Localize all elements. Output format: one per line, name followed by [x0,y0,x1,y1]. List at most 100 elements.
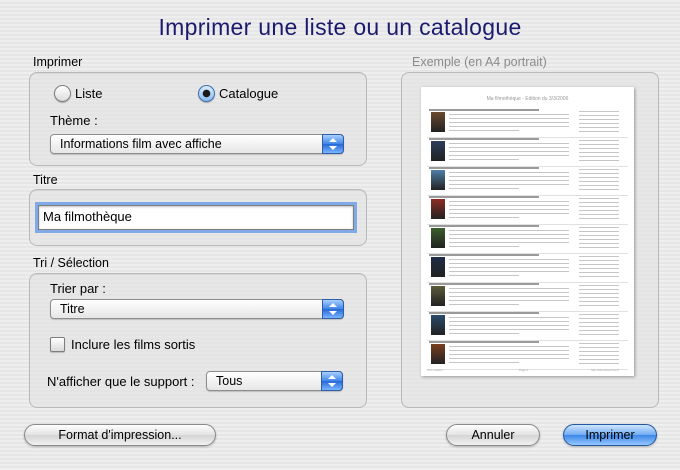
preview-text-line [449,259,569,260]
preview-meta-line [579,285,619,286]
radio-liste-label[interactable]: Liste [75,86,102,101]
preview-meta-line [579,181,619,182]
preview-poster-image [431,228,445,248]
preview-meta-line [579,314,619,315]
preview-text-line [449,213,569,214]
preview-text-line [449,201,569,202]
sort-section-label: Tri / Sélection [33,256,109,270]
preview-text-line [449,151,569,152]
preview-meta-line [579,363,619,364]
preview-text-line [449,217,519,218]
preview-poster-image [431,344,445,364]
preview-meta-line [579,140,619,141]
preview-text-line [449,180,569,181]
preview-meta-line [579,152,619,153]
media-filter-popup-value: Tous [216,374,243,388]
title-input[interactable]: Ma filmothèque [38,205,354,230]
preview-meta-line [579,330,619,331]
preview-poster-image [431,112,445,132]
page-setup-button[interactable]: Format d'impression... [24,424,216,446]
preview-footer-center: Page 1 [519,368,529,372]
radio-catalogue-label[interactable]: Catalogue [219,86,278,101]
radio-catalogue[interactable] [198,85,215,102]
preview-entry-title [429,167,539,169]
preview-meta-line [579,173,619,174]
preview-page: Ma filmothèque - Edition du 3/3/2006 Prn… [421,87,634,376]
preview-entry-title [429,225,539,227]
preview-entry-title [429,312,539,314]
preview-text-line [449,317,569,318]
preview-entry [427,224,628,254]
popup-arrows-icon [322,299,344,319]
print-button[interactable]: Imprimer [563,424,657,446]
include-released-label[interactable]: Inclure les films sortis [71,337,195,352]
preview-meta-line [579,343,619,344]
include-released-checkbox[interactable] [50,337,65,352]
preview-poster-image [431,286,445,306]
preview-meta-line [579,169,619,170]
preview-meta-line [579,202,619,203]
preview-text-line [449,325,569,326]
preview-meta-line [579,297,619,298]
preview-meta-line [579,198,619,199]
preview-text-line [449,230,569,231]
preview-meta-line [579,235,619,236]
preview-meta-line [579,127,619,128]
preview-text-line [449,238,569,239]
preview-text-line [449,263,569,264]
sort-by-popup[interactable]: Titre [50,299,344,319]
preview-meta-line [579,123,619,124]
preview-entry-title [429,283,539,285]
preview-text-line [449,246,519,247]
cancel-button[interactable]: Annuler [446,424,540,446]
preview-entry [427,311,628,341]
preview-meta-line [579,318,619,319]
preview-meta-line [579,293,619,294]
preview-text-line [449,159,519,160]
preview-page-title: Ma filmothèque - Edition du 3/3/2006 [486,96,569,102]
theme-popup-value: Informations film avec affiche [60,137,222,151]
preview-poster-image [431,170,445,190]
preview-text-line [449,118,569,119]
preview-meta-line [579,185,619,186]
preview-meta-line [579,355,619,356]
preview-meta-line [579,305,619,306]
preview-text-line [449,358,569,359]
preview-text-line [449,130,519,131]
preview-meta-line [579,326,619,327]
preview-meta-line [579,218,619,219]
preview-text-line [449,300,569,301]
title-section-label: Titre [33,173,58,187]
preview-text-line [449,275,519,276]
preview-text-line [449,114,569,115]
preview-meta-line [579,256,619,257]
preview-meta-line [579,156,619,157]
preview-entry [427,340,628,370]
print-section-label: Imprimer [33,55,83,69]
preview-text-line [449,172,569,173]
theme-popup[interactable]: Informations film avec affiche [50,134,344,154]
preview-text-line [449,267,569,268]
preview-text-line [449,188,519,189]
preview-text-line [449,184,569,185]
preview-meta-line [579,160,619,161]
preview-meta-line [579,268,619,269]
preview-meta-line [579,131,619,132]
preview-entry [427,166,628,196]
media-filter-popup[interactable]: Tous [206,371,343,391]
preview-meta-line [579,272,619,273]
preview-meta-line [579,206,619,207]
preview-meta-line [579,347,619,348]
preview-meta-line [579,231,619,232]
preview-entry-title [429,109,539,111]
preview-text-line [449,350,569,351]
preview-text-line [449,292,569,293]
radio-liste[interactable] [54,85,71,102]
preview-text-line [449,242,569,243]
preview-text-line [449,126,569,127]
preview-poster-image [431,141,445,161]
preview-text-line [449,346,569,347]
preview-meta-line [579,115,619,116]
preview-text-line [449,271,569,272]
preview-entry-title [429,254,539,256]
